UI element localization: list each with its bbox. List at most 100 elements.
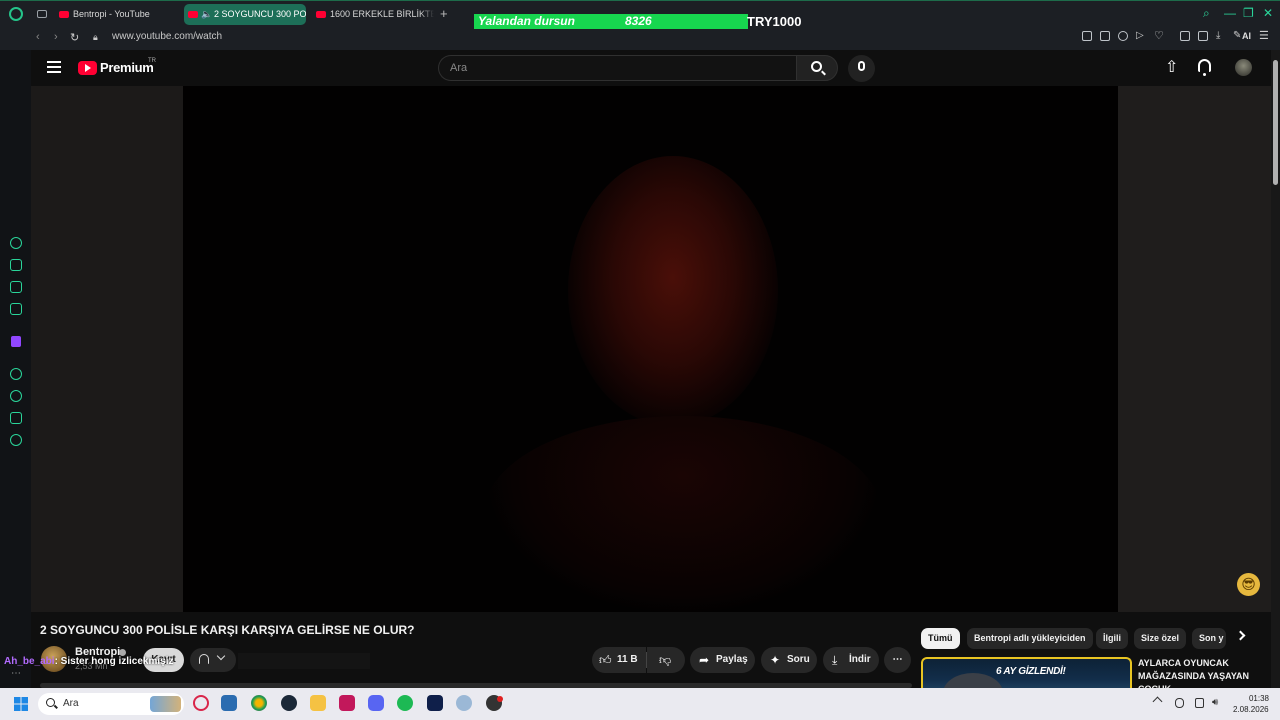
video-player[interactable] — [183, 86, 1118, 612]
chip-all[interactable]: Tümü — [921, 628, 960, 649]
search-input[interactable] — [438, 55, 796, 81]
sidebar-player-icon[interactable] — [10, 368, 22, 380]
discord-icon[interactable] — [368, 695, 384, 711]
dislike-button[interactable]: 👎︎ — [647, 647, 685, 673]
tab-title: 2 SOYGUNCU 300 POLİ — [214, 9, 306, 19]
sidebar-twitch-icon[interactable] — [11, 336, 21, 347]
play-extension-icon[interactable]: ▷ — [1136, 31, 1146, 41]
guide-menu-icon[interactable] — [47, 61, 61, 73]
new-tab-button[interactable]: + — [440, 6, 448, 21]
chevron-right-icon[interactable] — [1235, 630, 1246, 641]
steam-icon[interactable] — [281, 695, 297, 711]
minimize-icon[interactable]: — — [1224, 6, 1236, 20]
adblock-shield-icon[interactable] — [1118, 31, 1128, 41]
settings-app-icon[interactable] — [456, 695, 472, 711]
spotify-icon[interactable] — [397, 695, 413, 711]
like-button[interactable]: 👍︎ 11 B — [592, 647, 646, 673]
voice-search-button[interactable] — [848, 55, 875, 82]
taskbar-search-label: Ara — [63, 698, 79, 709]
sunglasses-emoji-icon[interactable]: 😎︎ — [1237, 573, 1260, 596]
sidebar-messenger-icon[interactable] — [10, 303, 22, 315]
volume-icon[interactable]: 🔊︎ — [1212, 698, 1221, 708]
download-label: İndir — [849, 654, 871, 665]
notification-settings-button[interactable] — [190, 648, 236, 672]
like-count: 11 B — [617, 654, 638, 665]
sidebar-extensions-icon[interactable] — [10, 412, 22, 424]
sidebar-settings-icon[interactable] — [10, 434, 22, 446]
forward-icon[interactable]: › — [54, 31, 58, 43]
chip-from-uploader[interactable]: Bentropi adlı yükleyiciden — [967, 628, 1093, 649]
upload-icon[interactable]: ⇧ — [1165, 60, 1178, 76]
more-actions-button[interactable]: ⋯ — [884, 647, 911, 673]
download-icon: ⤓ — [832, 653, 838, 667]
extensions-icon[interactable] — [1180, 31, 1190, 41]
search-tabs-icon[interactable]: ⌕ — [1203, 6, 1210, 21]
youtube-logo-icon[interactable] — [78, 61, 97, 75]
windows-taskbar — [0, 688, 1280, 720]
clock-date[interactable]: 2.08.2026 — [1233, 705, 1269, 714]
url-field[interactable]: www.youtube.com/watch — [112, 30, 222, 44]
video-title: 2 SOYGUNCU 300 POLİSLE KARŞI KARŞIYA GEL… — [40, 623, 415, 637]
share-button[interactable]: ➦ Paylaş — [690, 647, 755, 673]
lock-icon: 🔒︎ — [93, 32, 98, 42]
donation-goal-count: 8326 — [625, 14, 652, 28]
back-icon[interactable]: ‹ — [36, 31, 40, 43]
sidebar-history-icon[interactable] — [10, 390, 22, 402]
search-button[interactable] — [796, 55, 838, 81]
scrollbar-thumb[interactable] — [1273, 60, 1278, 185]
search-highlight-image — [150, 696, 181, 712]
ask-label: Soru — [787, 654, 810, 665]
opera-app-icon[interactable] — [193, 695, 209, 711]
ai-label[interactable]: AI — [1242, 31, 1251, 41]
youtube-favicon-icon — [59, 11, 69, 18]
tab-bentropi-youtube[interactable]: Bentropi - YouTube — [55, 4, 180, 25]
tab-title: 1600 ERKEKLE BİRLİKTE Ö — [330, 9, 434, 19]
restore-icon[interactable]: ❐ — [1243, 6, 1254, 20]
sidebar-aria-icon[interactable] — [10, 237, 22, 249]
chip-recent[interactable]: Son y — [1192, 628, 1226, 649]
notifications-bell-icon[interactable] — [1198, 59, 1211, 76]
downloads-icon[interactable]: ⤓ — [1216, 31, 1226, 41]
network-icon[interactable] — [1195, 698, 1204, 708]
windows-start-icon[interactable] — [14, 697, 28, 711]
easy-setup-icon[interactable] — [1198, 31, 1208, 41]
tab-active-video[interactable]: 🔈 2 SOYGUNCU 300 POLİ — [184, 4, 306, 25]
recommended-video-title[interactable]: AYLARCA OYUNCAK MAĞAZASINDA YAŞAYAN ÇOCU… — [1138, 657, 1268, 688]
search-icon — [811, 61, 822, 72]
bookmark-icon[interactable] — [1082, 31, 1092, 41]
chat-username: Ah_be_abi — [4, 656, 55, 667]
download-button[interactable]: ⤓ İndir — [823, 647, 879, 673]
tab-title: Bentropi - YouTube — [73, 9, 150, 19]
microsoft-store-icon[interactable] — [221, 695, 237, 711]
youtube-premium-logo[interactable]: Premium — [100, 60, 154, 75]
microphone-tray-icon[interactable] — [1175, 698, 1184, 708]
reload-icon[interactable]: ↻ — [70, 31, 79, 44]
sidebar-more-icon[interactable]: ⋯ — [11, 668, 21, 679]
sparkle-icon: ✦ — [770, 653, 781, 667]
close-icon[interactable]: ✕ — [1263, 6, 1273, 20]
thumbnail-caption: 6 AY GİZLENDİ! — [996, 666, 1066, 677]
acrobat-icon[interactable] — [339, 695, 355, 711]
menu-icon[interactable]: ☰ — [1259, 31, 1269, 42]
sidebar-crypto-wallet-icon[interactable] — [10, 281, 22, 293]
country-code: TR — [148, 58, 156, 64]
workspaces-icon[interactable] — [37, 10, 47, 18]
chip-related[interactable]: İlgili — [1096, 628, 1128, 649]
recommended-video-thumbnail[interactable]: 6 AY GİZLENDİ! — [921, 657, 1132, 688]
share-icon: ➦ — [699, 653, 710, 667]
opera-logo-icon[interactable] — [9, 7, 23, 21]
snapshot-icon[interactable] — [1100, 31, 1110, 41]
chrome-icon[interactable] — [251, 695, 267, 711]
clock-time[interactable]: 01:38 — [1247, 694, 1269, 703]
stream-chat-message: Ah_be_abi: Sister hong izlicekmişiz — [4, 656, 174, 667]
file-explorer-icon[interactable] — [310, 695, 326, 711]
tab-other-video[interactable]: 1600 ERKEKLE BİRLİKTE Ö — [312, 4, 434, 25]
heart-icon[interactable]: ♡ — [1154, 31, 1164, 42]
photoshop-icon[interactable] — [427, 695, 443, 711]
thumbs-up-icon: 👍︎ — [599, 653, 612, 667]
chip-for-you[interactable]: Size özel — [1134, 628, 1187, 649]
ask-button[interactable]: ✦ Soru — [761, 647, 817, 673]
audio-playing-icon[interactable]: 🔈 — [201, 10, 212, 19]
account-avatar[interactable] — [1235, 59, 1252, 76]
sidebar-shopping-icon[interactable] — [10, 259, 22, 271]
